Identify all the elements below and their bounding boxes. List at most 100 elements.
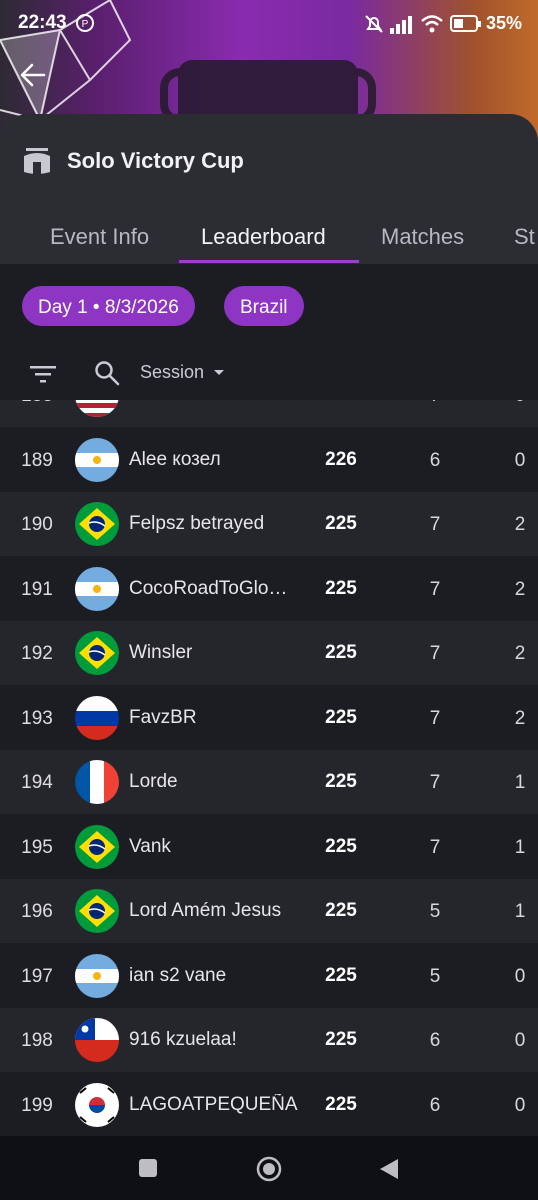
player-points: 226 [325,448,357,470]
event-title: Solo Victory Cup [67,148,244,173]
session-dropdown[interactable]: Session [140,362,204,383]
row-rank: 194 [21,772,53,793]
player-name: Lord Amém Jesus [129,900,282,921]
player-points: 225 [325,900,357,921]
argentina-flag-icon [75,953,119,998]
leaderboard-row[interactable]: 197 ian s2 vane 225 5 0 [0,944,538,1008]
player-stat-2: 2 [514,514,526,535]
home-button-icon[interactable] [256,1156,282,1182]
row-rank: 191 [21,578,53,600]
row-rank: 195 [21,836,53,858]
active-tab-indicator [179,260,359,263]
row-rank: 188 [0,400,74,407]
back-button-icon[interactable] [378,1157,400,1181]
player-name: 916 kzuelaa! [129,1029,237,1050]
leaderboard-list: 188DT Samix22570189Alee козел22660190Fel… [0,400,538,1200]
player-stat-2: 1 [514,901,526,922]
tab-bar: Event Info Leaderboard Matches St [0,210,538,265]
leaderboard-row[interactable]: 190 Felpsz betrayed 225 7 2 [0,492,538,556]
south-korea-flag-icon [75,1082,119,1127]
player-stat-2: 1 [514,836,526,858]
player-points: 225 [325,577,357,599]
player-stat-1: 7 [429,707,441,729]
battery-icon [450,15,481,32]
leaderboard-row[interactable]: 192 Winsler 225 7 2 [0,621,538,685]
player-stat-1: 7 [429,643,441,664]
player-stat-1: 7 [410,400,460,407]
tab-stats[interactable]: St [514,224,535,250]
chile-flag-icon [75,1018,119,1062]
leaderboard-row[interactable]: 193 FavzBR 225 7 2 [0,686,538,750]
player-stat-2: 1 [514,772,526,793]
player-name: DT Samix [129,400,299,406]
player-name: LAGOATPEQUEÑA [129,1093,298,1115]
player-stat-2: 2 [514,578,526,600]
leaderboard-row[interactable]: 194 Lorde 225 7 1 [0,750,538,814]
recents-button-icon[interactable] [138,1158,158,1178]
player-stat-1: 6 [429,1030,441,1051]
back-arrow-icon[interactable] [18,60,48,90]
player-name: Winsler [129,642,193,663]
day-filter-chip[interactable]: Day 1 • 8/3/2026 [22,286,195,326]
leaderboard-row[interactable]: 196 Lord Amém Jesus 225 5 1 [0,879,538,943]
brazil-flag-icon [75,889,119,933]
filter-toolbar: Session [0,344,538,400]
tab-leaderboard[interactable]: Leaderboard [201,224,326,250]
leaderboard-row[interactable]: 198 916 kzuelaa! 225 6 0 [0,1008,538,1072]
status-time: 22:43 [18,12,67,33]
player-name: Lorde [129,771,178,792]
search-icon[interactable] [94,360,120,386]
player-stat-1: 6 [429,449,441,471]
leaderboard-row[interactable]: 199 LAGOATPEQUEÑA 225 6 0 [0,1073,538,1137]
player-points: 225 [325,964,357,986]
player-points: 225 [325,835,357,857]
event-sheet: Solo Victory Cup Event Info Leaderboard … [0,114,538,1200]
player-points: 225 [325,771,357,792]
tab-matches[interactable]: Matches [381,224,464,250]
player-stat-2: 2 [514,643,526,664]
leaderboard-row[interactable]: 188 DT Samix225 7 0 [0,400,538,427]
player-name: Vank [129,835,171,857]
player-name: Felpsz betrayed [129,513,265,534]
player-points: 225 [325,706,357,728]
leaderboard-row[interactable]: 189 Alee козел 226 6 0 [0,428,538,492]
region-filter-chip[interactable]: Brazil [224,286,304,326]
brazil-flag-icon [75,631,119,675]
row-rank: 198 [21,1030,53,1051]
player-stat-1: 7 [429,578,441,600]
row-rank: 190 [21,514,53,535]
argentina-flag-icon [75,566,119,611]
event-header: Solo Victory Cup [0,114,538,210]
row-rank: 199 [21,1094,53,1116]
mute-bell-icon [365,15,383,33]
russia-flag-icon [75,695,119,740]
player-points: 225 [325,513,357,534]
signal-icon [390,16,412,34]
player-stat-1: 7 [429,514,441,535]
row-rank: 193 [21,707,53,729]
leaderboard-row[interactable]: 195 Vank 225 7 1 [0,815,538,879]
row-rank: 196 [21,901,53,922]
player-stat-2: 0 [514,965,526,987]
argentina-flag-icon [75,437,119,482]
player-points: 225 [325,642,357,663]
player-name: Alee козел [129,448,221,470]
filter-icon[interactable] [30,364,56,384]
chevron-down-icon [214,370,224,375]
player-stat-1: 5 [429,901,441,922]
leaderboard-row[interactable]: 191 CocoRoadToGlo… 225 7 2 [0,557,538,621]
player-stat-1: 7 [429,772,441,793]
status-bar: 22:43 P 35% [0,0,538,48]
stadium-icon [24,148,50,174]
svg-text:P: P [82,19,89,30]
row-rank: 197 [21,965,53,987]
player-name: ian s2 vane [129,964,227,986]
player-stat-2: 0 [514,449,526,471]
player-stat-1: 7 [429,836,441,858]
system-nav-bar [0,1136,538,1200]
tab-event-info[interactable]: Event Info [50,224,149,250]
leaderboard-panel: Day 1 • 8/3/2026 Brazil Session 188 DT Sa… [0,264,538,1200]
player-stat-2: 0 [514,1030,526,1051]
wifi-icon [421,15,443,33]
player-name: CocoRoadToGlo… [129,577,288,599]
